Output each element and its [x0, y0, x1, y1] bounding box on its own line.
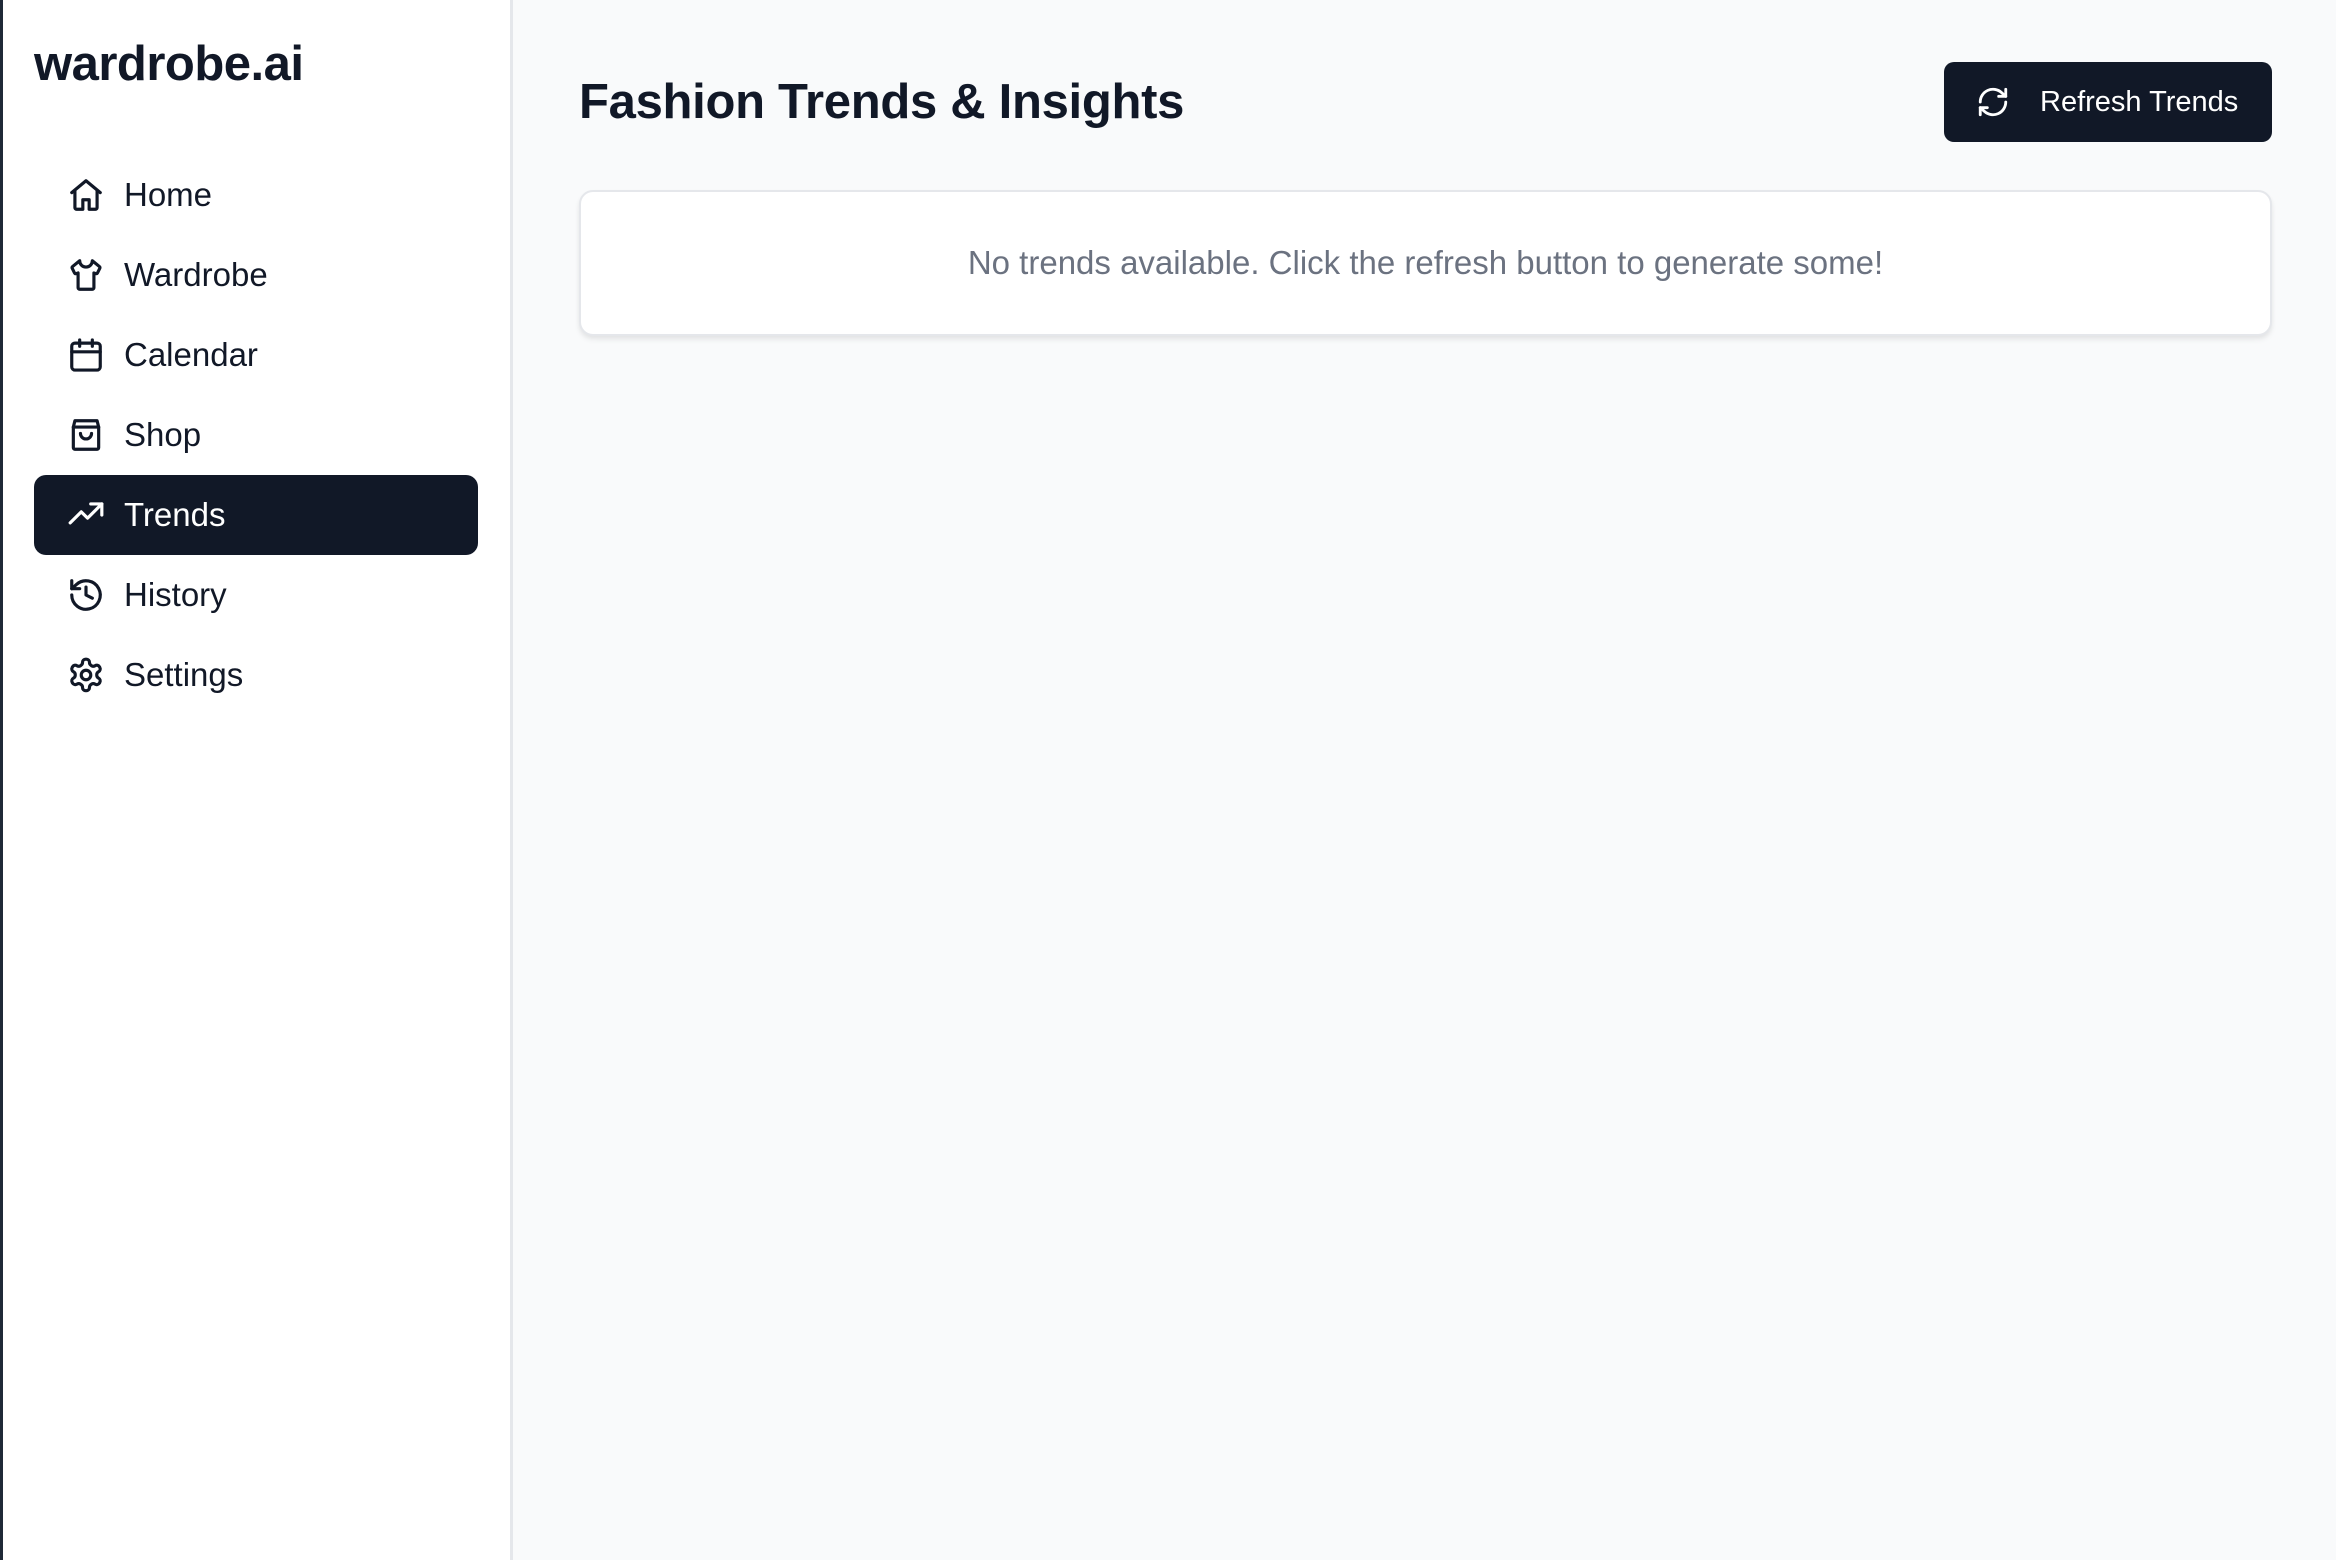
- refresh-trends-button[interactable]: Refresh Trends: [1944, 62, 2272, 142]
- sidebar: wardrobe.ai Home Wardrobe Calendar Shop …: [3, 0, 513, 1560]
- sidebar-item-label: Shop: [124, 416, 202, 453]
- sidebar-item-settings[interactable]: Settings: [34, 635, 478, 715]
- refresh-trends-label: Refresh Trends: [2040, 86, 2239, 118]
- sidebar-item-home[interactable]: Home: [34, 155, 478, 235]
- sidebar-item-calendar[interactable]: Calendar: [34, 315, 478, 395]
- empty-state-message: No trends available. Click the refresh b…: [967, 244, 1884, 281]
- sidebar-item-trends[interactable]: Trends: [34, 475, 478, 555]
- refresh-icon: [1976, 85, 2010, 119]
- gear-icon: [66, 655, 106, 695]
- calendar-icon: [66, 335, 106, 375]
- shirt-icon: [66, 255, 106, 295]
- brand-logo[interactable]: wardrobe.ai: [34, 34, 478, 94]
- sidebar-item-shop[interactable]: Shop: [34, 395, 478, 475]
- app-window: wardrobe.ai Home Wardrobe Calendar Shop …: [0, 0, 2336, 1560]
- sidebar-item-label: History: [124, 576, 227, 613]
- trending-up-icon: [66, 495, 106, 535]
- sidebar-item-label: Trends: [124, 496, 226, 533]
- sidebar-item-label: Wardrobe: [124, 256, 268, 293]
- sidebar-item-label: Home: [124, 176, 213, 213]
- history-icon: [66, 575, 106, 615]
- shopping-bag-icon: [66, 415, 106, 455]
- sidebar-item-wardrobe[interactable]: Wardrobe: [34, 235, 478, 315]
- main-content: Fashion Trends & Insights Refresh Trends…: [513, 0, 2336, 1560]
- empty-state-card: No trends available. Click the refresh b…: [579, 190, 2272, 336]
- sidebar-nav: Home Wardrobe Calendar Shop Trends Histo…: [34, 155, 478, 715]
- home-icon: [66, 175, 106, 215]
- sidebar-item-label: Calendar: [124, 336, 258, 373]
- page-header: Fashion Trends & Insights Refresh Trends: [579, 62, 2272, 142]
- sidebar-item-label: Settings: [124, 656, 244, 693]
- page-title: Fashion Trends & Insights: [579, 75, 1185, 129]
- sidebar-item-history[interactable]: History: [34, 555, 478, 635]
